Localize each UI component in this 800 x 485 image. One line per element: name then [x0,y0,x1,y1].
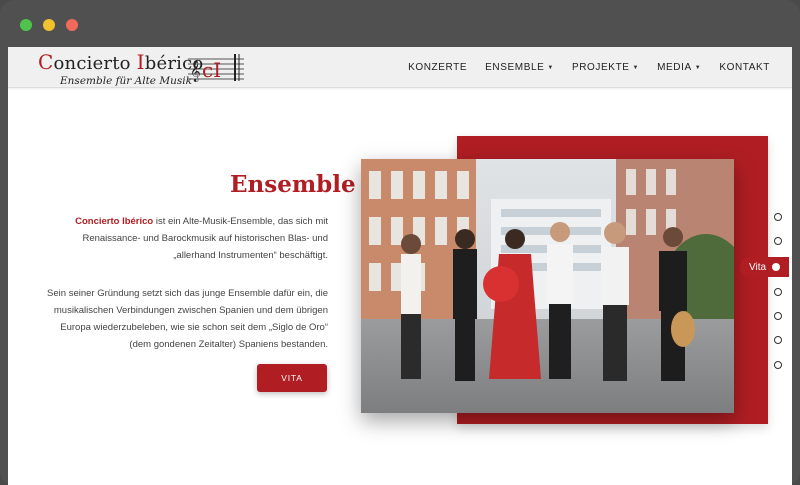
active-dot-icon [772,263,780,271]
nav-kontakt[interactable]: KONTAKT [719,62,770,73]
section-dot-5[interactable] [774,312,782,320]
nav-projekte-label: PROJEKTE [571,62,630,73]
svg-text:𝄞: 𝄞 [190,61,201,82]
logo-subtitle: Ensemble für Alte Musik [60,75,192,87]
music-staff-logo-icon: 𝄞 cI [188,54,244,82]
nav-projekte[interactable]: PROJEKTE ▼ [572,62,639,73]
brand-name: Concierto Ibérico [75,216,154,227]
nav-ensemble-label: ENSEMBLE [485,62,545,73]
caret-down-icon: ▼ [547,64,554,71]
active-section-label: Vita [749,261,767,273]
ensemble-photo-illustration [361,159,734,413]
nav-media-label: MEDIA [657,62,692,73]
section-dot-navigation: Vita [740,207,792,417]
site-header: Concierto Ibérico Ensemble für Alte Musi… [8,47,792,88]
intro-paragraph: Concierto Ibérico ist ein Alte-Musik-Ens… [38,213,328,264]
main-navigation: KONZERTE ENSEMBLE ▼ PROJEKTE ▼ MEDIA ▼ K… [408,47,770,88]
caret-down-icon: ▼ [632,64,640,71]
nav-ensemble[interactable]: ENSEMBLE ▼ [485,62,554,73]
section-heading: Ensemble [230,171,356,198]
logo-title: Concierto Ibérico [38,50,204,74]
browser-frame: Concierto Ibérico Ensemble für Alte Musi… [0,0,800,485]
vita-button[interactable]: VITA [257,364,327,392]
window-dot-green[interactable] [20,19,32,31]
nav-media[interactable]: MEDIA ▼ [657,62,701,73]
section-dot-2[interactable] [774,237,782,245]
nav-konzerte[interactable]: KONZERTE [408,62,467,73]
nav-kontakt-label: KONTAKT [719,62,770,73]
history-paragraph: Sein seiner Gründung setzt sich das jung… [47,288,328,350]
page-viewport: Concierto Ibérico Ensemble für Alte Musi… [8,47,792,485]
section-dot-vita-active[interactable]: Vita [740,257,789,277]
section-dot-1[interactable] [774,213,782,221]
svg-text:cI: cI [202,58,221,82]
caret-down-icon: ▼ [694,64,702,71]
nav-konzerte-label: KONZERTE [408,62,468,73]
window-dot-yellow[interactable] [43,19,55,31]
window-dot-red[interactable] [66,19,78,31]
section-dot-6[interactable] [774,336,782,344]
section-dot-4[interactable] [774,288,782,296]
ensemble-photo [361,159,734,413]
site-logo[interactable]: Concierto Ibérico Ensemble für Alte Musi… [38,50,203,87]
section-dot-7[interactable] [774,361,782,369]
